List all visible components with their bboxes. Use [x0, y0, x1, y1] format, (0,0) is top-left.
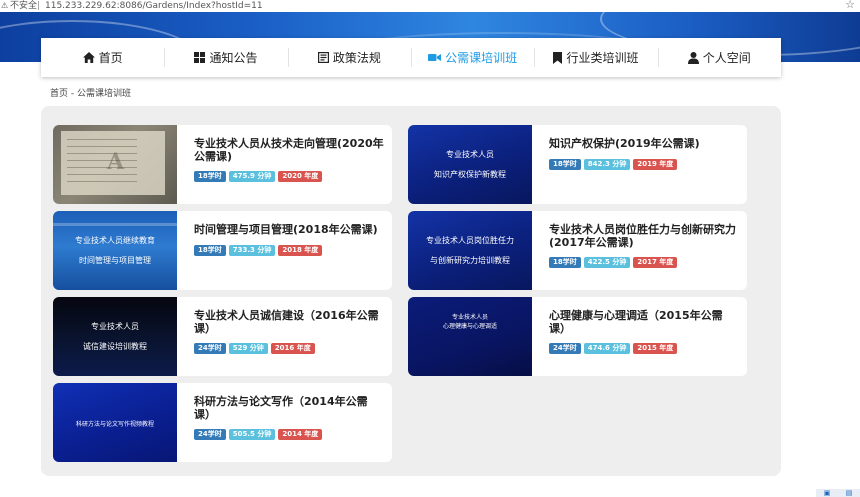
bookmark-icon	[553, 51, 566, 64]
home-icon	[82, 52, 99, 63]
year-badge: 2014 年度	[278, 429, 323, 440]
nav-item-4[interactable]: 行业类培训班	[534, 38, 657, 77]
document-icon	[317, 52, 333, 63]
minutes-badge: 842.3 分钟	[583, 159, 631, 170]
security-label: 不安全	[10, 1, 38, 11]
browser-address-bar[interactable]: ⚠ 不安全 115.233.229.62:8086/Gardens/Index?…	[0, 0, 860, 12]
nav-item-label: 个人空间	[702, 51, 751, 65]
year-badge: 2017 年度	[633, 257, 678, 268]
course-card[interactable]: 专业技术人员 心理健康与心理调适 心理健康与心理调适（2015年公需课） 24学时 47…	[408, 297, 747, 376]
course-thumbnail[interactable]: A	[53, 125, 177, 204]
nav-item-label: 行业类培训班	[566, 51, 639, 65]
hours-badge: 18学时	[194, 245, 226, 256]
course-title[interactable]: 科研方法与论文写作（2014年公需课）	[194, 395, 384, 421]
tray-icon[interactable]: ▣	[824, 489, 831, 497]
course-card[interactable]: 专业技术人员岗位胜任力 与创新研究力培训教程 专业技术人员岗位胜任力与创新研究力(2…	[408, 211, 747, 290]
course-badges: 18学时 475.9 分钟 2020 年度	[194, 171, 323, 182]
thumbnail-subtitle-line: 时间管理与项目管理	[79, 256, 151, 265]
user-icon	[687, 51, 703, 64]
nav-item-5[interactable]: 个人空间	[657, 38, 781, 77]
course-badges: 18学时 842.3 分钟 2019 年度	[549, 159, 678, 170]
video-camera-icon	[428, 53, 445, 62]
course-card[interactable]: 科研方法与论文写作视频教程 科研方法与论文写作（2014年公需课） 24学时 505.…	[53, 383, 392, 462]
course-title[interactable]: 知识产权保护(2019年公需课)	[549, 137, 739, 150]
bookmark-star-icon[interactable]: ☆	[845, 0, 855, 11]
grid-icon	[194, 52, 209, 63]
course-badges: 18学时 422.5 分钟 2017 年度	[549, 257, 678, 268]
thumbnail-title-line: 专业技术人员	[446, 150, 494, 159]
thumbnail-subtitle-line: 知识产权保护新教程	[434, 170, 506, 179]
minutes-badge: 475.9 分钟	[228, 171, 276, 182]
minutes-badge: 474.6 分钟	[583, 343, 631, 354]
thumbnail-title-line: 专业技术人员	[91, 322, 139, 331]
hours-badge: 18学时	[549, 159, 581, 170]
minutes-badge: 529 分钟	[228, 343, 268, 354]
nav-item-2[interactable]: 政策法规	[287, 38, 411, 77]
nav-item-label: 通知公告	[209, 51, 258, 65]
minutes-badge: 422.5 分钟	[583, 257, 631, 268]
thumbnail-subtitle-line: 与创新研究力培训教程	[430, 256, 510, 265]
warning-icon: ⚠	[1, 1, 9, 10]
thumbnail-title-line: 专业技术人员	[451, 314, 488, 321]
course-thumbnail[interactable]: 科研方法与论文写作视频教程	[53, 383, 177, 462]
year-badge: 2015 年度	[633, 343, 678, 354]
course-card[interactable]: 专业技术人员继续教育 时间管理与项目管理 时间管理与项目管理(2018年公需课) 18…	[53, 211, 392, 290]
course-title[interactable]: 心理健康与心理调适（2015年公需课）	[549, 309, 739, 335]
hours-badge: 18学时	[194, 171, 226, 182]
hours-badge: 18学时	[549, 257, 581, 268]
hours-badge: 24学时	[549, 343, 581, 354]
thumbnail-subtitle-line: 心理健康与心理调适	[442, 323, 497, 330]
course-thumbnail[interactable]: 专业技术人员岗位胜任力 与创新研究力培训教程	[408, 211, 532, 290]
nav-item-label: 首页	[98, 51, 123, 65]
thumbnail-title-line: 专业技术人员继续教育	[75, 236, 155, 245]
minutes-badge: 505.5 分钟	[228, 429, 276, 440]
year-badge: 2016 年度	[270, 343, 315, 354]
thumbnail-band	[53, 223, 177, 226]
course-thumbnail[interactable]: 专业技术人员心理健康与心理调适	[408, 297, 532, 376]
course-card[interactable]: A 专业技术人员从技术走向管理(2020年公需课) 18学时 475.9 分钟 2020…	[53, 125, 392, 204]
minutes-badge: 733.3 分钟	[228, 245, 276, 256]
address-divider	[38, 1, 39, 10]
course-panel: A 专业技术人员从技术走向管理(2020年公需课) 18学时 475.9 分钟 2020…	[41, 106, 781, 476]
breadcrumb: 首页 - 公需课培训班	[50, 89, 131, 99]
course-title[interactable]: 时间管理与项目管理(2018年公需课)	[194, 223, 384, 236]
thumbnail-subtitle-line: 诚信建设培训教程	[83, 342, 147, 351]
course-card[interactable]: 专业技术人员知识产权保护新教程 知识产权保护(2019年公需课) 18学时 842.3…	[408, 125, 747, 204]
course-badges: 24学时 474.6 分钟 2015 年度	[549, 343, 678, 354]
hours-badge: 24学时	[194, 429, 226, 440]
nav-item-label: 公需课培训班	[445, 51, 518, 65]
course-title[interactable]: 专业技术人员岗位胜任力与创新研究力(2017年公需课)	[549, 223, 739, 249]
thumbnail-title-line: 专业技术人员岗位胜任力	[426, 236, 514, 245]
main-nav: 首页 通知公告 政策法规 公需课培训班 行业类培训班 个人空间	[41, 38, 781, 77]
year-badge: 2020 年度	[278, 171, 323, 182]
nav-item-1[interactable]: 通知公告	[164, 38, 287, 77]
course-badges: 18学时 733.3 分钟 2018 年度	[194, 245, 323, 256]
nav-item-0[interactable]: 首页	[41, 38, 164, 77]
course-badges: 24学时 505.5 分钟 2014 年度	[194, 429, 323, 440]
course-title[interactable]: 专业技术人员诚信建设（2016年公需课）	[194, 309, 384, 335]
tray-icon[interactable]: ▤	[846, 489, 853, 497]
year-badge: 2019 年度	[633, 159, 678, 170]
nav-item-3[interactable]: 公需课培训班	[410, 38, 534, 77]
course-badges: 24学时 529 分钟 2016 年度	[194, 343, 315, 354]
thumbnail-watermark: A	[107, 149, 125, 175]
hours-badge: 24学时	[194, 343, 226, 354]
thumbnail-slide-lines	[67, 139, 137, 185]
course-thumbnail[interactable]: 专业技术人员 诚信建设培训教程	[53, 297, 177, 376]
nav-item-label: 政策法规	[332, 51, 381, 65]
year-badge: 2018 年度	[278, 245, 323, 256]
course-title[interactable]: 专业技术人员从技术走向管理(2020年公需课)	[194, 137, 384, 163]
course-thumbnail[interactable]: 专业技术人员继续教育 时间管理与项目管理	[53, 211, 177, 290]
url-text[interactable]: 115.233.229.62:8086/Gardens/Index?hostId…	[45, 0, 263, 12]
thumbnail-title-line: 科研方法与论文写作视频教程	[75, 421, 154, 428]
course-thumbnail[interactable]: 专业技术人员知识产权保护新教程	[408, 125, 532, 204]
course-card[interactable]: 专业技术人员 诚信建设培训教程 专业技术人员诚信建设（2016年公需课） 24学时 52…	[53, 297, 392, 376]
taskbar-tray: ▣ ▤	[816, 489, 860, 497]
